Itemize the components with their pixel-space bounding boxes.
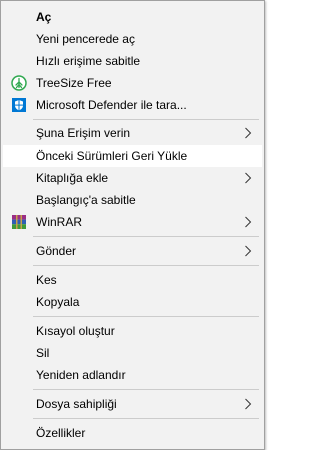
menu-item-defender[interactable]: Microsoft Defender ile tara... (3, 94, 262, 116)
menu-item-copy[interactable]: Kopyala (3, 291, 262, 313)
menu-item-create-shortcut[interactable]: Kısayol oluştur (3, 320, 262, 342)
defender-shield-icon (11, 97, 27, 113)
chevron-right-icon (244, 398, 252, 410)
menu-item-cut-label: Kes (36, 273, 57, 287)
menu-item-winrar-label: WinRAR (36, 215, 83, 229)
menu-separator (33, 236, 259, 237)
menu-item-cut[interactable]: Kes (3, 269, 262, 291)
menu-item-file-ownership-label: Dosya sahipliği (36, 397, 117, 411)
menu-item-pin-start-label: Başlangıç'a sabitle (36, 193, 136, 207)
menu-item-winrar[interactable]: WinRAR (3, 211, 262, 233)
menu-item-give-access[interactable]: Şuna Erişim verin (3, 122, 262, 144)
winrar-icon (11, 214, 27, 230)
chevron-right-icon (244, 172, 252, 184)
menu-item-rename-label: Yeniden adlandır (36, 368, 126, 382)
menu-item-delete[interactable]: Sil (3, 342, 262, 364)
menu-item-properties[interactable]: Özellikler (3, 422, 262, 444)
menu-item-restore-previous-versions-label: Önceki Sürümleri Geri Yükle (36, 149, 188, 163)
menu-item-include-library-label: Kitaplığa ekle (36, 171, 109, 185)
chevron-right-icon (244, 216, 252, 228)
menu-item-rename[interactable]: Yeniden adlandır (3, 364, 262, 386)
menu-separator (33, 418, 259, 419)
menu-item-open-new-window[interactable]: Yeni pencerede aç (3, 28, 262, 50)
menu-separator (33, 119, 259, 120)
menu-item-copy-label: Kopyala (36, 295, 80, 309)
menu-item-file-ownership[interactable]: Dosya sahipliği (3, 393, 262, 415)
context-menu: Aç Yeni pencerede aç Hızlı erişime sabit… (0, 0, 265, 450)
chevron-right-icon (244, 127, 252, 139)
menu-item-open[interactable]: Aç (3, 6, 262, 28)
treesize-icon (11, 75, 27, 91)
menu-separator (33, 265, 259, 266)
menu-separator (33, 389, 259, 390)
menu-item-pin-start[interactable]: Başlangıç'a sabitle (3, 189, 262, 211)
menu-item-pin-quick-access[interactable]: Hızlı erişime sabitle (3, 50, 262, 72)
menu-item-treesize-label: TreeSize Free (36, 76, 112, 90)
menu-item-give-access-label: Şuna Erişim verin (36, 126, 131, 140)
menu-item-send-to-label: Gönder (36, 244, 77, 258)
menu-item-defender-label: Microsoft Defender ile tara... (36, 98, 187, 112)
menu-item-send-to[interactable]: Gönder (3, 240, 262, 262)
menu-item-pin-quick-access-label: Hızlı erişime sabitle (36, 54, 141, 68)
menu-item-include-library[interactable]: Kitaplığa ekle (3, 167, 262, 189)
menu-item-open-new-window-label: Yeni pencerede aç (36, 32, 135, 46)
menu-item-open-label: Aç (36, 10, 52, 24)
menu-item-delete-label: Sil (36, 346, 50, 360)
menu-item-create-shortcut-label: Kısayol oluştur (36, 324, 115, 338)
menu-item-treesize[interactable]: TreeSize Free (3, 72, 262, 94)
menu-item-properties-label: Özellikler (36, 426, 86, 440)
menu-item-restore-previous-versions[interactable]: Önceki Sürümleri Geri Yükle (3, 145, 262, 167)
menu-separator (33, 316, 259, 317)
chevron-right-icon (244, 245, 252, 257)
